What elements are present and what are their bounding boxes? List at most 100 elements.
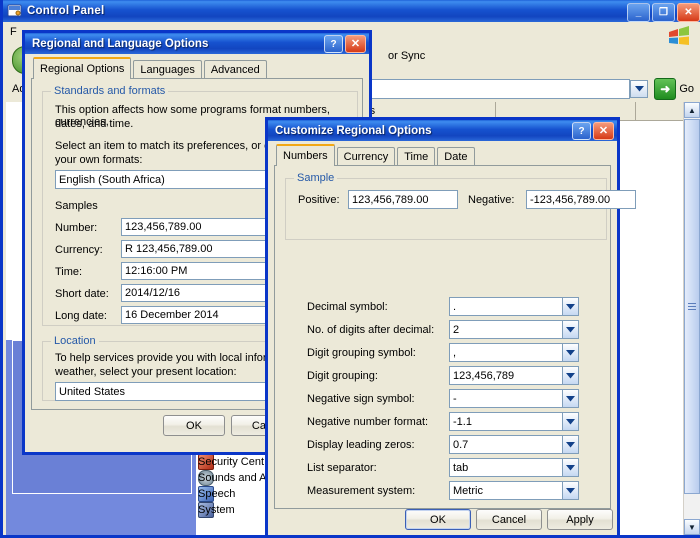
list-separator-value: tab — [450, 462, 562, 474]
positive-label: Positive: — [298, 194, 340, 206]
list-separator-label: List separator: — [307, 462, 377, 474]
regional-dialog-title: Regional and Language Options — [32, 38, 208, 50]
location-group-legend: Location — [51, 335, 99, 347]
sample-number-label: Number: — [55, 222, 97, 234]
windows-flag-logo — [665, 24, 693, 50]
negative-sign-symbol-value: - — [450, 393, 562, 405]
list-separator-combobox[interactable]: tab — [449, 458, 579, 477]
display-leading-zeros-value: 0.7 — [450, 439, 562, 451]
chevron-down-icon[interactable] — [562, 390, 578, 407]
sample-group: Sample Positive: 123,456,789.00 Negative… — [285, 178, 607, 240]
close-button[interactable]: ✕ — [593, 122, 614, 140]
minimize-button[interactable]: _ — [627, 3, 650, 22]
help-button[interactable]: ? — [572, 122, 591, 140]
standards-desc-line2: dates, and time. — [55, 118, 133, 130]
digit-grouping-symbol-combobox[interactable]: , — [449, 343, 579, 362]
customize-ok-button[interactable]: OK — [405, 509, 471, 530]
digit-grouping-label: Digit grouping: — [307, 370, 378, 382]
digit-grouping-combobox[interactable]: 123,456,789 — [449, 366, 579, 385]
go-button[interactable]: ➜ Go — [654, 78, 694, 100]
regional-dialog-titlebar[interactable]: Regional and Language Options ? ✕ — [25, 33, 369, 54]
decimal-symbol-value: . — [450, 301, 562, 313]
sample-group-legend: Sample — [294, 172, 337, 184]
scrollbar-thumb[interactable] — [684, 119, 700, 494]
chevron-down-icon[interactable] — [562, 321, 578, 338]
digit-grouping-symbol-value: , — [450, 347, 562, 359]
chevron-down-icon[interactable] — [562, 459, 578, 476]
digits-after-decimal-label: No. of digits after decimal: — [307, 324, 434, 336]
address-dropdown-icon[interactable] — [630, 80, 648, 98]
sync-toolbar-label: or Sync — [388, 50, 425, 62]
positive-sample-field: 123,456,789.00 — [348, 190, 458, 209]
sample-time-label: Time: — [55, 266, 82, 278]
numbers-tab-page: Sample Positive: 123,456,789.00 Negative… — [274, 165, 611, 509]
help-button[interactable]: ? — [324, 35, 343, 53]
customize-dialog-titlebar[interactable]: Customize Regional Options ? ✕ — [268, 120, 617, 141]
tab-regional-options[interactable]: Regional Options — [33, 57, 131, 79]
tab-numbers[interactable]: Numbers — [276, 144, 335, 166]
customize-cancel-button[interactable]: Cancel — [476, 509, 542, 530]
tab-currency[interactable]: Currency — [337, 147, 396, 165]
tab-date[interactable]: Date — [437, 147, 474, 165]
sample-short-date-label: Short date: — [55, 288, 109, 300]
customize-dialog-title: Customize Regional Options — [275, 125, 432, 137]
list-vertical-scrollbar[interactable]: ▲ ▼ — [683, 102, 700, 535]
scroll-down-arrow-icon[interactable]: ▼ — [684, 519, 700, 535]
regional-dialog-title-buttons: ? ✕ — [324, 35, 366, 53]
tab-time[interactable]: Time — [397, 147, 435, 165]
list-item-label: Speech — [198, 488, 235, 500]
customize-regional-options-dialog: Customize Regional Options ? ✕ Numbers C… — [265, 117, 620, 538]
digits-after-decimal-combobox[interactable]: 2 — [449, 320, 579, 339]
negative-number-format-label: Negative number format: — [307, 416, 428, 428]
measurement-system-label: Measurement system: — [307, 485, 415, 497]
standards-select-line2: your own formats: — [55, 154, 142, 166]
list-item-label: Sounds and A — [198, 472, 267, 484]
chevron-down-icon[interactable] — [562, 413, 578, 430]
measurement-system-combobox[interactable]: Metric — [449, 481, 579, 500]
samples-label: Samples — [55, 200, 98, 212]
tab-languages[interactable]: Languages — [133, 60, 201, 78]
regional-dialog-tabstrip: Regional Options Languages Advanced — [25, 58, 369, 78]
customize-apply-button[interactable]: Apply — [547, 509, 613, 530]
negative-number-format-combobox[interactable]: -1.1 — [449, 412, 579, 431]
negative-sign-symbol-label: Negative sign symbol: — [307, 393, 415, 405]
chevron-down-icon[interactable] — [562, 367, 578, 384]
chevron-down-icon[interactable] — [562, 482, 578, 499]
go-arrow-icon: ➜ — [654, 78, 676, 100]
digit-grouping-symbol-label: Digit grouping symbol: — [307, 347, 416, 359]
chevron-down-icon[interactable] — [562, 436, 578, 453]
sample-currency-label: Currency: — [55, 244, 103, 256]
desktop-background: Control Panel _ ❐ ✕ F or Sync Ad — [0, 0, 700, 538]
chevron-down-icon[interactable] — [562, 344, 578, 361]
standards-group-legend: Standards and formats — [51, 85, 168, 97]
negative-sample-field: -123,456,789.00 — [526, 190, 636, 209]
control-panel-icon — [7, 3, 23, 19]
regional-ok-button[interactable]: OK — [163, 415, 225, 436]
tab-advanced[interactable]: Advanced — [204, 60, 267, 78]
customize-dialog-tabstrip: Numbers Currency Time Date — [268, 145, 617, 165]
control-panel-window-buttons: _ ❐ ✕ — [627, 3, 700, 22]
scrollbar-grip-icon — [688, 303, 696, 310]
close-button[interactable]: ✕ — [677, 3, 700, 22]
menu-file[interactable]: F — [10, 26, 17, 38]
maximize-button[interactable]: ❐ — [652, 3, 675, 22]
close-button[interactable]: ✕ — [345, 35, 366, 53]
measurement-system-value: Metric — [450, 485, 562, 497]
decimal-symbol-combobox[interactable]: . — [449, 297, 579, 316]
control-panel-title: Control Panel — [27, 5, 104, 17]
decimal-symbol-label: Decimal symbol: — [307, 301, 388, 313]
sample-long-date-label: Long date: — [55, 310, 107, 322]
negative-sign-symbol-combobox[interactable]: - — [449, 389, 579, 408]
digit-grouping-value: 123,456,789 — [450, 370, 562, 382]
control-panel-titlebar[interactable]: Control Panel _ ❐ ✕ — [3, 0, 700, 22]
location-desc-line2: weather, select your present location: — [55, 366, 237, 378]
digits-after-decimal-value: 2 — [450, 324, 562, 336]
chevron-down-icon[interactable] — [562, 298, 578, 315]
customize-dialog-title-buttons: ? ✕ — [572, 122, 614, 140]
negative-label: Negative: — [468, 194, 514, 206]
list-item-label: Security Cent — [198, 456, 264, 468]
display-leading-zeros-combobox[interactable]: 0.7 — [449, 435, 579, 454]
display-leading-zeros-label: Display leading zeros: — [307, 439, 415, 451]
go-label: Go — [679, 83, 694, 95]
scroll-up-arrow-icon[interactable]: ▲ — [684, 102, 700, 118]
